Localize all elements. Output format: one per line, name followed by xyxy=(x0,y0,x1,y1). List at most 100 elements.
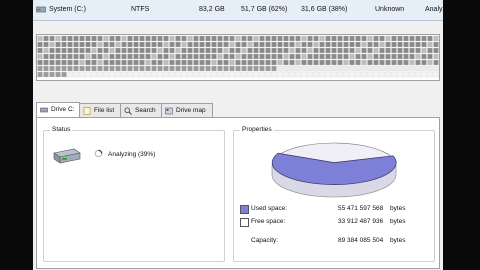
cluster-block xyxy=(331,47,337,54)
cluster-block xyxy=(379,35,385,42)
cluster-block xyxy=(223,59,229,66)
cluster-block xyxy=(43,59,49,66)
cluster-block xyxy=(61,35,67,42)
cluster-block xyxy=(421,41,427,48)
cluster-block xyxy=(283,53,289,60)
cluster-block xyxy=(349,41,355,48)
cluster-block xyxy=(427,41,433,48)
cluster-block xyxy=(433,53,439,60)
cluster-block xyxy=(409,47,415,54)
cluster-block xyxy=(115,41,121,48)
cluster-block xyxy=(205,65,211,72)
cluster-block xyxy=(289,53,295,60)
cluster-block xyxy=(103,53,109,60)
cluster-block xyxy=(199,47,205,54)
tab-file-list[interactable]: File list xyxy=(79,103,121,118)
cluster-block xyxy=(301,47,307,54)
cluster-block xyxy=(259,53,265,60)
cluster-block xyxy=(403,53,409,60)
cluster-block xyxy=(91,41,97,48)
cluster-block xyxy=(259,41,265,48)
cluster-block xyxy=(109,47,115,54)
status-text: Analyzing (39%) xyxy=(108,151,156,158)
cluster-block xyxy=(319,71,325,78)
cluster-block xyxy=(331,41,337,48)
cluster-block xyxy=(151,41,157,48)
cluster-block xyxy=(373,71,379,78)
cluster-block xyxy=(79,35,85,42)
cluster-block xyxy=(169,41,175,48)
cluster-block xyxy=(247,59,253,66)
cluster-block xyxy=(415,65,421,72)
cluster-block xyxy=(127,59,133,66)
cluster-block xyxy=(37,35,43,42)
cluster-block xyxy=(229,35,235,42)
tab-drive-map[interactable]: Drive map xyxy=(161,103,213,118)
cluster-block xyxy=(313,65,319,72)
cluster-block xyxy=(355,41,361,48)
cluster-block xyxy=(415,47,421,54)
tab-search-label: Search xyxy=(135,107,156,114)
cluster-block xyxy=(85,35,91,42)
cluster-block xyxy=(139,59,145,66)
cluster-block xyxy=(49,41,55,48)
drive-list-row[interactable]: System (C:) NTFS 83,2 GB 51,7 GB (62%) 3… xyxy=(33,0,443,21)
tab-search[interactable]: Search xyxy=(120,103,162,118)
cluster-block xyxy=(397,65,403,72)
cluster-block xyxy=(121,71,127,78)
cluster-block xyxy=(433,47,439,54)
cluster-block xyxy=(403,35,409,42)
drive-block-map[interactable] xyxy=(36,34,440,81)
capacity-value: 89 384 085 504 xyxy=(338,237,384,244)
cluster-block xyxy=(139,41,145,48)
cluster-block xyxy=(211,41,217,48)
cluster-block xyxy=(91,47,97,54)
cluster-block xyxy=(289,59,295,66)
cluster-block xyxy=(61,41,67,48)
cluster-block xyxy=(409,35,415,42)
cluster-block xyxy=(337,47,343,54)
cluster-block xyxy=(211,71,217,78)
cluster-block xyxy=(73,47,79,54)
cluster-block xyxy=(415,59,421,66)
drive-name: System (C:) xyxy=(49,6,86,13)
cluster-block xyxy=(427,59,433,66)
cluster-block xyxy=(49,35,55,42)
file-list-icon xyxy=(83,107,91,115)
cluster-block xyxy=(49,47,55,54)
cluster-block xyxy=(103,47,109,54)
cluster-block xyxy=(409,65,415,72)
cluster-block xyxy=(361,35,367,42)
used-unit: bytes xyxy=(390,205,406,212)
cluster-block xyxy=(163,53,169,60)
cluster-block xyxy=(91,53,97,60)
cluster-block xyxy=(367,59,373,66)
cluster-block xyxy=(223,41,229,48)
cluster-block xyxy=(235,47,241,54)
drive-free: 31,6 GB (38%) xyxy=(301,6,348,13)
cluster-block xyxy=(265,35,271,42)
cluster-block xyxy=(247,41,253,48)
cluster-block xyxy=(121,35,127,42)
cluster-block xyxy=(97,71,103,78)
cluster-block xyxy=(145,65,151,72)
cluster-block xyxy=(271,47,277,54)
cluster-block xyxy=(217,71,223,78)
cluster-block xyxy=(103,71,109,78)
cluster-block xyxy=(151,59,157,66)
cluster-block xyxy=(163,59,169,66)
tab-drive-map-label: Drive map xyxy=(176,107,206,114)
status-group: Status Analyzing (39%) xyxy=(43,126,225,262)
cluster-block xyxy=(271,41,277,48)
cluster-block xyxy=(163,47,169,54)
cluster-block xyxy=(415,41,421,48)
cluster-block xyxy=(367,65,373,72)
free-label: Free space: xyxy=(251,218,286,225)
cluster-block xyxy=(277,41,283,48)
cluster-block xyxy=(301,59,307,66)
cluster-block xyxy=(325,71,331,78)
cluster-block xyxy=(337,59,343,66)
drive-state: Analyzi xyxy=(425,6,443,13)
cluster-block xyxy=(319,47,325,54)
cluster-block xyxy=(367,35,373,42)
